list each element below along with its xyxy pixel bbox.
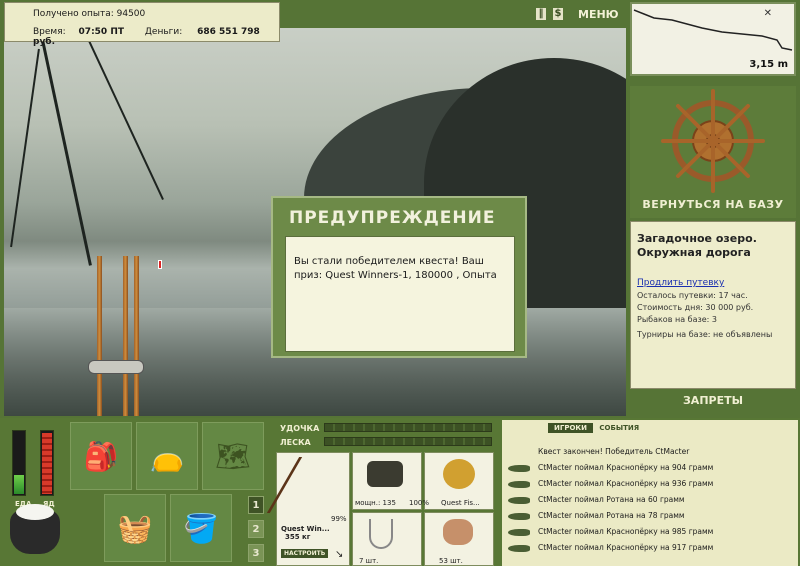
food-meter [12, 430, 26, 496]
bucket-slot[interactable]: 🪣 [170, 494, 232, 562]
event-row: CtMacter поймал Краснопёрку на 985 грамм [506, 524, 794, 540]
line-strength-bar [324, 437, 492, 446]
fishing-rod-2[interactable] [123, 256, 128, 416]
fish-icon [508, 529, 530, 536]
event-text: CtMacter поймал Ротана на 78 грамм [538, 511, 685, 520]
rod-name: Quest Win... [281, 525, 330, 533]
poison-meter [40, 430, 54, 496]
event-text: CtMacter поймал Ротана на 60 грамм [538, 495, 685, 504]
fish-icon [508, 465, 530, 472]
bait-bag-slot[interactable]: 👝 [136, 422, 198, 490]
rod-percent: 99% [331, 515, 347, 523]
events-tabs: ИГРОКИ СОБЫТИЯ [548, 423, 643, 435]
float-bobber [158, 260, 162, 269]
events-panel: ИГРОКИ СОБЫТИЯ Квест закончен! Победител… [502, 420, 798, 566]
rod-label: УДОЧКА [280, 424, 320, 433]
exp-label: Получено опыта: [33, 9, 114, 19]
game-screen: Получено опыта: 94500 Время: 07:50 ПТ Де… [0, 0, 800, 566]
lure-name: Quest Fis... [441, 499, 480, 507]
event-text: CtMacter поймал Краснопёрку на 936 грамм [538, 479, 714, 488]
rod-weight: 355 кг [285, 533, 311, 541]
anglers-count: Рыбаков на базе: 3 [637, 315, 717, 324]
cauldron-icon[interactable] [10, 504, 60, 554]
tree-trunk [86, 36, 164, 200]
slot-page-2-button[interactable]: 2 [248, 520, 264, 538]
permit-remaining: Осталось путевки: 17 час. [637, 291, 748, 300]
hook-icon [369, 519, 393, 549]
hook-slot[interactable]: 7 шт. [352, 512, 422, 566]
event-row: CtMacter поймал Краснопёрку на 904 грамм [506, 460, 794, 476]
slot-page-1-button[interactable]: 1 [248, 496, 264, 514]
extend-permit-link[interactable]: Продлить путевку [637, 278, 789, 288]
line-label: ЛЕСКА [280, 438, 311, 447]
time-label: Время: [33, 27, 66, 37]
reel-power: мощн.: 135 [355, 499, 396, 507]
bait-slot[interactable]: 53 шт. [424, 512, 494, 566]
time-value: 07:50 ПТ [78, 27, 124, 37]
warning-dialog[interactable]: ПРЕДУПРЕЖДЕНИЕ Вы стали победителем квес… [271, 196, 527, 358]
fish-icon [508, 497, 530, 504]
dialog-title: ПРЕДУПРЕЖДЕНИЕ [289, 208, 496, 228]
basket-slot[interactable]: 🧺 [104, 494, 166, 562]
event-text: CtMacter поймал Краснопёрку на 904 грамм [538, 463, 714, 472]
event-row: CtMacter поймал Краснопёрку на 936 грамм [506, 476, 794, 492]
bans-button[interactable]: ЗАПРЕТЫ [630, 394, 796, 412]
event-text: Квест закончен! Победитель CtMacter [538, 447, 690, 456]
event-row: CtMacter поймал Краснопёрку на 917 грамм [506, 540, 794, 556]
day-cost: Стоимость дня: 30 000 руб. [637, 303, 754, 312]
poison-meter-fill [42, 433, 52, 494]
setup-button[interactable]: НАСТРОИТЬ [281, 549, 329, 558]
dialog-message: Вы стали победителем квеста! Ваш приз: Q… [285, 236, 515, 352]
rod-icon [266, 457, 356, 513]
hook-count: 7 шт. [359, 557, 379, 565]
bait-icon [443, 519, 473, 545]
tree-trunk [39, 30, 92, 266]
menu-button[interactable]: МЕНЮ [578, 8, 619, 21]
event-text: CtMacter поймал Краснопёрку на 985 грамм [538, 527, 714, 536]
fish-icon [508, 481, 530, 488]
lure-icon [443, 459, 475, 489]
food-meter-fill [14, 474, 24, 494]
fish-icon [508, 513, 530, 520]
slot-page-3-button[interactable]: 3 [248, 544, 264, 562]
depth-value: 3,15 m [749, 59, 788, 70]
dollar-icon[interactable]: $ [553, 8, 563, 20]
pause-icon[interactable]: ‖ [536, 8, 546, 20]
expand-arrow-icon[interactable]: ↘ [335, 549, 343, 560]
location-title: Загадочное озеро. Окружная дорога [637, 232, 757, 259]
rod-slot[interactable]: 99% Quest Win... 355 кг НАСТРОИТЬ ↘ [266, 452, 356, 566]
event-text: CtMacter поймал Краснопёрку на 917 грамм [538, 543, 714, 552]
bait-count: 53 шт. [439, 557, 463, 565]
depth-map[interactable]: ✕ 3,15 m [630, 2, 796, 76]
tab-players[interactable]: ИГРОКИ [548, 423, 593, 433]
close-icon[interactable]: ✕ [764, 8, 772, 19]
groundbait-slot[interactable]: 🗺 [202, 422, 264, 490]
events-list: Квест закончен! Победитель CtMacter CtMac… [506, 444, 794, 556]
event-row: Квест закончен! Победитель CtMacter [506, 444, 794, 460]
backpack-slot[interactable]: 🎒 [70, 422, 132, 490]
reel-percent: 100% [409, 499, 430, 507]
status-panel: Получено опыта: 94500 Время: 07:50 ПТ Де… [4, 2, 280, 47]
event-row: CtMacter поймал Ротана на 78 грамм [506, 508, 794, 524]
lure-slot[interactable]: 100% Quest Fis... [409, 452, 494, 510]
tournaments-status: Турниры на базе: не объявлены [637, 330, 773, 339]
reel-icon [367, 461, 403, 487]
tab-events[interactable]: СОБЫТИЯ [595, 423, 643, 433]
money-label: Деньги: [144, 27, 183, 37]
location-info-panel: Загадочное озеро. Окружная дорога Продли… [630, 221, 796, 389]
reels-icon [88, 360, 144, 374]
fish-icon [508, 545, 530, 552]
rod-strength-bar [324, 423, 492, 432]
event-row: CtMacter поймал Ротана на 60 грамм [506, 492, 794, 508]
fishing-rod-3[interactable] [134, 256, 139, 416]
tree-trunk [10, 48, 40, 248]
ship-wheel-icon [661, 89, 765, 193]
return-to-base-button[interactable]: ВЕРНУТЬСЯ НА БАЗУ [630, 198, 796, 218]
fishing-rod-1[interactable] [97, 256, 102, 416]
exp-value: 94500 [116, 9, 146, 19]
